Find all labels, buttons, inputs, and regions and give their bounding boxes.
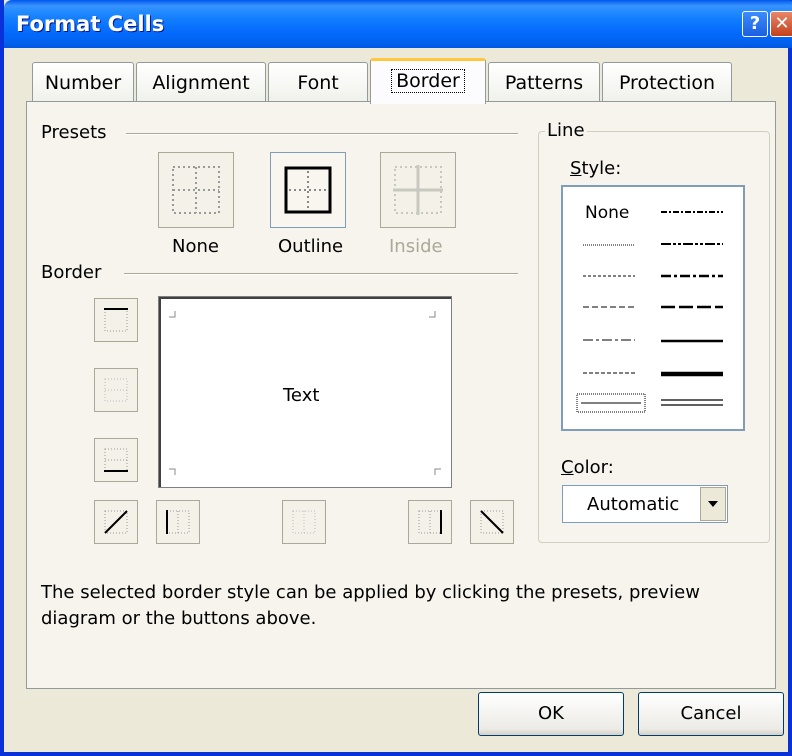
color-label: Color: (561, 457, 614, 478)
style-right-column (661, 211, 723, 406)
preset-none-button[interactable] (158, 152, 234, 228)
border-bottom-button[interactable] (94, 438, 138, 482)
preset-inside-button[interactable] (380, 152, 456, 228)
preview-text: Text (283, 385, 320, 406)
hint-text-line1: The selected border style can be applied… (41, 582, 700, 603)
border-diagonal-up-icon (104, 510, 128, 534)
border-left-button[interactable] (156, 500, 200, 544)
border-left-icon (166, 510, 190, 534)
color-dropdown-value: Automatic (587, 494, 680, 515)
style-label: Style: (570, 158, 622, 179)
border-top-button[interactable] (94, 298, 138, 342)
cancel-button[interactable]: Cancel (638, 692, 784, 736)
panel-content: Presets None Outline Inside Border Text … (4, 0, 792, 756)
preset-inside-icon (393, 165, 443, 215)
style-left-column (576, 244, 646, 413)
preset-outline-button[interactable] (270, 152, 346, 228)
color-dropdown[interactable]: Automatic (562, 485, 728, 523)
dropdown-arrow-icon (708, 501, 718, 507)
color-dropdown-button[interactable] (700, 487, 726, 521)
hint-text-line2: diagram or the buttons above. (41, 608, 317, 629)
preset-outline-icon (284, 166, 332, 214)
line-style-list[interactable]: None (561, 185, 745, 431)
border-right-icon (418, 510, 442, 534)
border-inside-horizontal-icon (104, 378, 128, 402)
presets-divider (126, 133, 518, 135)
format-cells-dialog: Format Cells ? ✕ Number Alignment Font B… (0, 0, 792, 756)
preset-none-icon (172, 166, 220, 214)
border-inside-vertical-button[interactable] (282, 500, 326, 544)
preset-inside-label: Inside (389, 236, 443, 257)
presets-label: Presets (41, 122, 107, 143)
border-diagonal-down-icon (480, 510, 504, 534)
border-label: Border (41, 262, 102, 283)
border-diagonal-up-button[interactable] (94, 500, 138, 544)
line-label: Line (545, 120, 587, 141)
border-bottom-icon (104, 448, 128, 472)
border-diagonal-down-button[interactable] (470, 500, 514, 544)
border-top-icon (104, 308, 128, 332)
preset-none-label: None (172, 236, 219, 257)
border-inside-horizontal-button[interactable] (94, 368, 138, 412)
border-inside-vertical-icon (292, 510, 316, 534)
ok-button[interactable]: OK (478, 692, 624, 736)
line-style-samples (576, 211, 723, 413)
preset-outline-label: Outline (278, 236, 344, 257)
border-divider (124, 273, 518, 275)
border-right-button[interactable] (408, 500, 452, 544)
border-preview-area[interactable]: Text (158, 296, 452, 488)
